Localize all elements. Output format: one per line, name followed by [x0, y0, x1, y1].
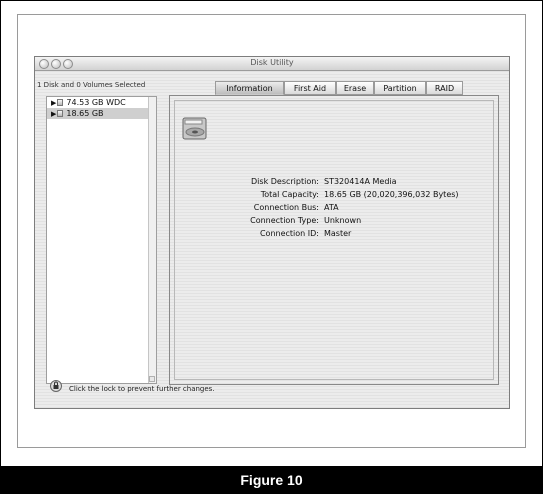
- disclosure-triangle-icon[interactable]: ▶: [51, 99, 56, 107]
- info-row-bus: Connection Bus: ATA: [204, 201, 484, 214]
- tab-erase[interactable]: Erase: [336, 81, 374, 95]
- info-label: Connection ID:: [259, 229, 319, 238]
- disk-label: 18.65 GB: [66, 109, 104, 118]
- info-value: Master: [324, 229, 352, 238]
- lock-icon[interactable]: [50, 380, 62, 392]
- info-label: Connection Bus:: [253, 203, 319, 212]
- tab-partition[interactable]: Partition: [374, 81, 426, 95]
- info-row-description: Disk Description: ST320414A Media: [204, 175, 484, 188]
- disclosure-triangle-icon[interactable]: ▶: [51, 110, 56, 118]
- info-label: Connection Type:: [250, 216, 319, 225]
- tab-first-aid[interactable]: First Aid: [284, 81, 336, 95]
- selection-status: 1 Disk and 0 Volumes Selected: [37, 81, 146, 89]
- drive-icon: [57, 99, 64, 106]
- disk-list-scrollbar[interactable]: [148, 97, 156, 383]
- tab-information[interactable]: Information: [215, 81, 284, 95]
- disk-list-item-18gb[interactable]: ▶ 18.65 GB: [47, 108, 156, 119]
- hard-drive-icon: [182, 117, 207, 140]
- info-value: Unknown: [324, 216, 362, 225]
- info-row-id: Connection ID: Master: [204, 227, 484, 240]
- window-titlebar: Disk Utility: [35, 57, 509, 71]
- info-row-capacity: Total Capacity: 18.65 GB (20,020,396,032…: [204, 188, 484, 201]
- disk-label: 74.53 GB WDC: [66, 98, 126, 107]
- disk-list-item-74gb[interactable]: ▶ 74.53 GB WDC: [47, 97, 156, 108]
- resize-grip-icon[interactable]: [149, 376, 155, 382]
- disk-utility-window: Disk Utility 1 Disk and 0 Volumes Select…: [34, 56, 510, 409]
- figure-caption: Figure 10: [0, 466, 543, 494]
- disk-information-table: Disk Description: ST320414A Media Total …: [204, 175, 484, 240]
- window-title: Disk Utility: [250, 58, 294, 67]
- info-value: ST320414A Media: [324, 177, 397, 186]
- information-panel-inner: Disk Description: ST320414A Media Total …: [174, 100, 494, 380]
- information-panel: Disk Description: ST320414A Media Total …: [169, 95, 499, 385]
- info-row-type: Connection Type: Unknown: [204, 214, 484, 227]
- lock-message: Click the lock to prevent further change…: [69, 385, 215, 393]
- info-value: ATA: [324, 203, 339, 212]
- drive-icon: [57, 110, 64, 117]
- disk-list: ▶ 74.53 GB WDC ▶ 18.65 GB: [46, 96, 157, 384]
- info-label: Disk Description:: [251, 177, 319, 186]
- tab-raid[interactable]: RAID: [426, 81, 463, 95]
- info-label: Total Capacity:: [260, 190, 319, 199]
- info-value: 18.65 GB (20,020,396,032 Bytes): [324, 190, 459, 199]
